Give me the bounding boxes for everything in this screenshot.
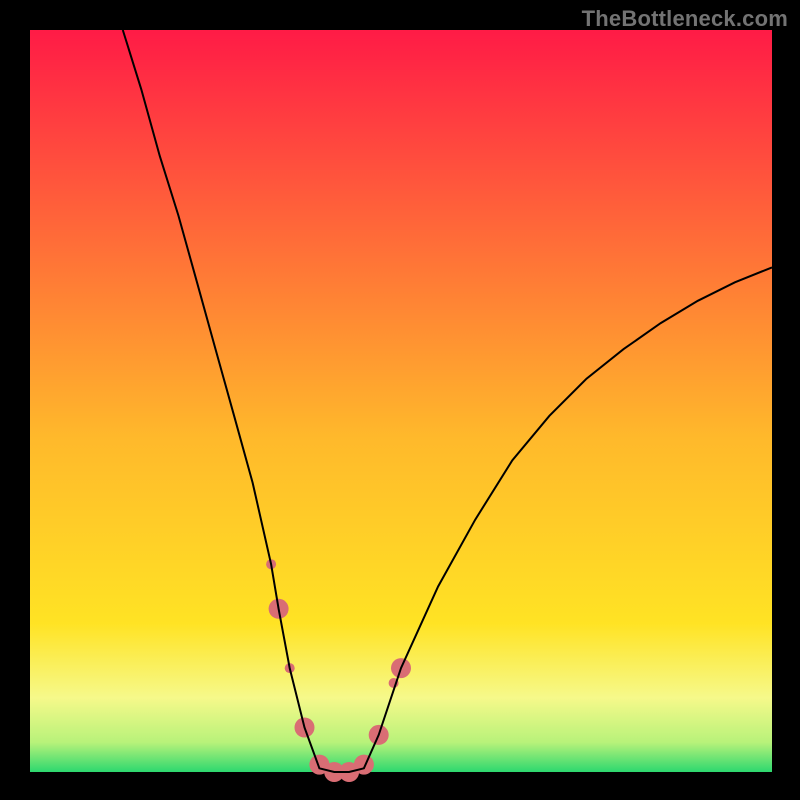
chart-frame: TheBottleneck.com <box>0 0 800 800</box>
bottleneck-chart <box>0 0 800 800</box>
optimum-marker <box>354 755 374 775</box>
